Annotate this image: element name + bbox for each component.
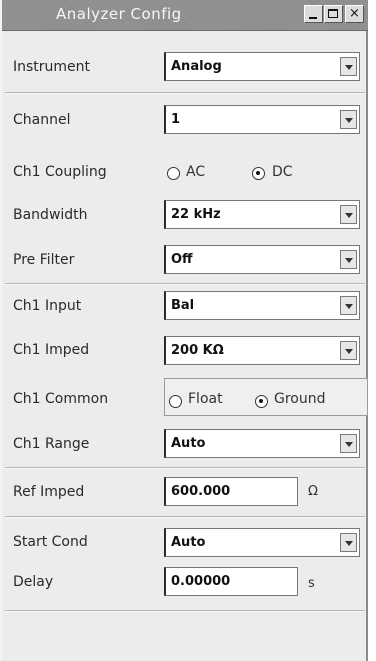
divider xyxy=(5,284,365,285)
imped-label: Ch1 Imped xyxy=(13,342,90,358)
prefilter-value: Off xyxy=(171,252,193,267)
common-label: Ch1 Common xyxy=(13,391,109,407)
close-button[interactable]: × xyxy=(345,5,364,23)
instrument-value: Analog xyxy=(171,59,222,74)
chevron-down-icon[interactable] xyxy=(340,110,357,129)
maximize-button[interactable] xyxy=(324,5,343,23)
start-cond-label: Start Cond xyxy=(13,534,88,550)
delay-input[interactable]: 0.00000 xyxy=(164,567,298,596)
divider xyxy=(5,517,365,518)
bandwidth-value: 22 kHz xyxy=(171,207,221,222)
ref-imped-label: Ref Imped xyxy=(13,484,85,500)
range-dropdown[interactable]: Auto xyxy=(164,429,360,458)
common-float-radio[interactable] xyxy=(169,395,182,408)
divider xyxy=(5,468,365,469)
minimize-button[interactable] xyxy=(304,5,323,23)
bandwidth-label: Bandwidth xyxy=(13,207,88,223)
channel-label: Channel xyxy=(13,112,71,128)
close-icon: × xyxy=(349,6,360,21)
maximize-icon xyxy=(328,9,338,18)
start-cond-value: Auto xyxy=(171,535,206,550)
window-title: Analyzer Config xyxy=(56,5,182,23)
channel-dropdown[interactable]: 1 xyxy=(164,105,360,134)
input-label: Ch1 Input xyxy=(13,298,82,314)
imped-dropdown[interactable]: 200 KΩ xyxy=(164,336,360,365)
range-value: Auto xyxy=(171,436,206,451)
divider xyxy=(5,93,365,94)
prefilter-dropdown[interactable]: Off xyxy=(164,245,360,274)
chevron-down-icon[interactable] xyxy=(340,296,357,315)
input-value: Bal xyxy=(171,298,195,313)
imped-value: 200 KΩ xyxy=(171,343,224,358)
ref-imped-value: 600.000 xyxy=(171,484,231,499)
channel-value: 1 xyxy=(171,112,181,127)
title-bar[interactable]: Analyzer Config × xyxy=(2,0,368,31)
prefilter-label: Pre Filter xyxy=(13,252,75,268)
coupling-dc-radio[interactable] xyxy=(252,167,265,180)
ref-imped-input[interactable]: 600.000 xyxy=(164,477,298,506)
coupling-label: Ch1 Coupling xyxy=(13,164,107,180)
input-dropdown[interactable]: Bal xyxy=(164,291,360,320)
divider xyxy=(5,611,365,612)
chevron-down-icon[interactable] xyxy=(340,533,357,552)
delay-unit: s xyxy=(308,576,315,591)
coupling-ac-label: AC xyxy=(186,164,206,180)
chevron-down-icon[interactable] xyxy=(340,341,357,360)
chevron-down-icon[interactable] xyxy=(340,205,357,224)
bandwidth-dropdown[interactable]: 22 kHz xyxy=(164,200,360,229)
common-ground-radio[interactable] xyxy=(255,395,268,408)
minimize-icon xyxy=(309,17,317,19)
instrument-dropdown[interactable]: Analog xyxy=(164,52,360,81)
coupling-ac-radio[interactable] xyxy=(167,167,180,180)
delay-value: 0.00000 xyxy=(171,574,231,589)
chevron-down-icon[interactable] xyxy=(340,250,357,269)
analyzer-config-window: Analyzer Config × Instrument Analog Chan… xyxy=(0,0,368,661)
ref-imped-unit: Ω xyxy=(308,484,318,499)
coupling-dc-label: DC xyxy=(272,164,293,180)
common-ground-label: Ground xyxy=(274,391,326,407)
instrument-label: Instrument xyxy=(13,59,91,75)
delay-label: Delay xyxy=(13,574,54,590)
common-float-label: Float xyxy=(188,391,223,407)
range-label: Ch1 Range xyxy=(13,436,90,452)
chevron-down-icon[interactable] xyxy=(340,57,357,76)
chevron-down-icon[interactable] xyxy=(340,434,357,453)
start-cond-dropdown[interactable]: Auto xyxy=(164,528,360,557)
